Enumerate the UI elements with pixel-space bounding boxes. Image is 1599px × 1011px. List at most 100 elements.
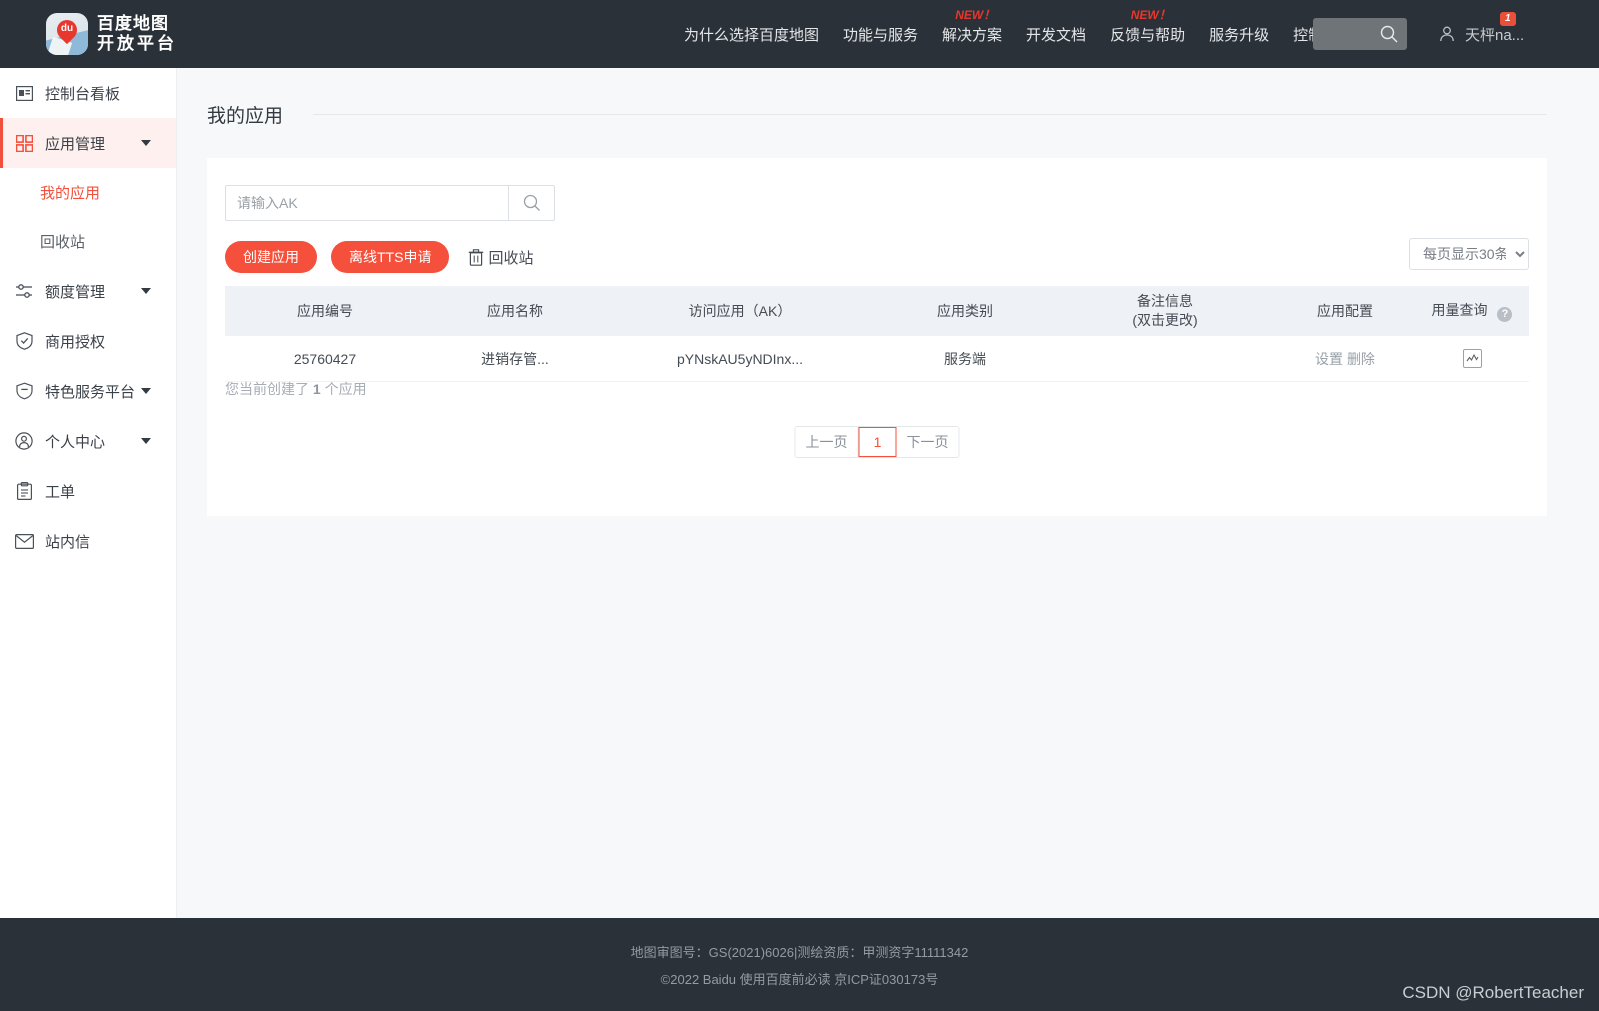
column-header-category: 应用类别 (937, 303, 993, 319)
column-header-app-id: 应用编号 (297, 303, 353, 319)
baidu-map-logo-icon: du (46, 13, 88, 55)
sidebar-item-inbox[interactable]: 站内信 (0, 516, 176, 566)
column-header-remark-sub: (双击更改) (1132, 312, 1198, 328)
chart-icon[interactable] (1462, 349, 1482, 368)
pagination-prev[interactable]: 上一页 (795, 427, 859, 457)
ak-search-bar (225, 185, 555, 221)
action-bar: 创建应用 离线TTS申请 回收站 (225, 241, 533, 273)
sidebar-subitem-recycle-bin[interactable]: 回收站 (0, 217, 176, 266)
sidebar-item-quota-management[interactable]: 额度管理 (0, 266, 176, 316)
nav-label: 反馈与帮助 (1110, 26, 1186, 44)
chevron-down-icon[interactable] (141, 388, 151, 394)
sidebar-item-dashboard[interactable]: 控制台看板 (0, 68, 176, 118)
cell-app-id: 25760427 (293, 350, 357, 367)
chevron-down-icon[interactable] (141, 140, 151, 146)
mail-icon (14, 531, 34, 551)
table-header-row: 应用编号 应用名称 访问应用（AK） 应用类别 备注信息 (双击更改) 应用配置… (225, 286, 1529, 336)
cell-app-name: 进销存管... (481, 350, 549, 367)
search-input[interactable] (225, 185, 508, 221)
top-header: du 百度地图 开放平台 为什么选择百度地图 功能与服务 NEW！ 解决方案 开… (0, 0, 1599, 68)
column-header-remark-label: 备注信息 (1137, 293, 1193, 309)
logo-line-1: 百度地图 (97, 14, 169, 33)
nav-item-features-services[interactable]: 功能与服务 (843, 24, 918, 45)
footer-line-1: 地图审图号：GS(2021)6026|测绘资质：甲测资字11111342 (630, 944, 969, 960)
pagination: 上一页 1 下一页 (794, 426, 960, 458)
nav-item-feedback-help[interactable]: NEW！ 反馈与帮助 (1110, 8, 1186, 45)
page-footer: 地图审图号：GS(2021)6026|测绘资质：甲测资字11111342 ©20… (0, 918, 1599, 1011)
apps-panel: 创建应用 离线TTS申请 回收站 每页显示30条 (207, 158, 1547, 516)
cell-usage-query (1415, 349, 1529, 368)
nav-label: 为什么选择百度地图 (684, 26, 820, 44)
column-header-usage-label: 用量查询 (1431, 302, 1488, 319)
nav-item-solutions[interactable]: NEW！ 解决方案 (942, 8, 1003, 45)
pagination-next[interactable]: 下一页 (896, 427, 959, 457)
count-prefix: 您当前创建了 (225, 381, 309, 397)
sidebar-item-commercial-license[interactable]: 商用授权 (0, 316, 176, 366)
page-title: 我的应用 (207, 105, 284, 127)
sidebar-item-label: 应用管理 (45, 135, 106, 153)
cell-ak: pYNskAU5yNDInx... (676, 350, 804, 367)
logo-line-2: 开放平台 (97, 34, 177, 53)
header-username: 天枰na... (1465, 26, 1525, 44)
page-size-select[interactable]: 每页显示30条 (1409, 238, 1529, 270)
nav-badge-new: NEW！ (955, 7, 996, 22)
sidebar-subitem-label: 回收站 (40, 234, 86, 251)
column-header-ak: 访问应用（AK） (688, 303, 792, 319)
recycle-bin-button[interactable]: 回收站 (468, 247, 533, 268)
nav-label: 开发文档 (1026, 26, 1087, 44)
search-icon (1380, 25, 1398, 43)
page-title-row: 我的应用 (207, 98, 1547, 130)
trash-icon (469, 248, 484, 266)
app-count-summary: 您当前创建了 1 个应用 (225, 379, 367, 399)
sidebar-item-label: 商用授权 (45, 333, 106, 351)
pagination-page-1[interactable]: 1 (858, 427, 897, 457)
search-button[interactable] (508, 185, 555, 221)
watermark: CSDN @RobertTeacher (1402, 983, 1584, 1002)
page-root: du 百度地图 开放平台 为什么选择百度地图 功能与服务 NEW！ 解决方案 开… (0, 0, 1599, 1011)
clipboard-icon (14, 481, 34, 501)
create-app-button[interactable]: 创建应用 (225, 241, 317, 273)
nav-item-service-upgrade[interactable]: 服务升级 (1209, 24, 1269, 45)
nav-item-why-baidu-map[interactable]: 为什么选择百度地图 (684, 24, 819, 45)
help-icon[interactable]: ? (1497, 306, 1513, 322)
sidebar-item-personal-center[interactable]: 个人中心 (0, 416, 176, 466)
column-header-app-name: 应用名称 (487, 303, 543, 319)
main-nav: 为什么选择百度地图 功能与服务 NEW！ 解决方案 开发文档 NEW！ 反馈与帮… (684, 0, 1338, 68)
main-content: 我的应用 创建应用 离线TTS申请 (177, 68, 1599, 918)
delete-link[interactable]: 删除 (1347, 351, 1375, 367)
sidebar-item-featured-service-platform[interactable]: 特色服务平台 (0, 366, 176, 416)
recycle-bin-label: 回收站 (488, 249, 534, 267)
nav-item-dev-docs[interactable]: 开发文档 (1026, 24, 1086, 45)
apps-table: 应用编号 应用名称 访问应用（AK） 应用类别 备注信息 (双击更改) 应用配置… (225, 286, 1529, 382)
user-icon (1440, 26, 1454, 42)
nav-label: 解决方案 (942, 26, 1003, 44)
brand-logo[interactable]: du 百度地图 开放平台 (46, 13, 177, 55)
chevron-down-icon[interactable] (141, 288, 151, 294)
shield-check-icon (14, 331, 34, 351)
sidebar-item-label: 额度管理 (45, 283, 106, 301)
cell-app-config: 设置 删除 (1275, 349, 1415, 369)
chevron-down-icon[interactable] (141, 438, 151, 444)
search-icon (523, 194, 540, 211)
column-header-usage-query: 用量查询 ? (1415, 300, 1529, 322)
nav-label: 功能与服务 (843, 26, 919, 44)
table-row[interactable]: 25760427 进销存管... pYNskAU5yNDInx... 服务端 设… (225, 336, 1529, 382)
sidebar-subitem-my-apps[interactable]: 我的应用 (0, 168, 176, 217)
notification-badge[interactable]: 1 (1500, 12, 1516, 26)
sidebar-item-label: 站内信 (45, 533, 91, 551)
column-header-remark: 备注信息 (双击更改) (1055, 292, 1275, 330)
header-search-box[interactable] (1313, 18, 1407, 50)
user-circle-icon (14, 431, 34, 451)
sidebar-item-work-order[interactable]: 工单 (0, 466, 176, 516)
column-header-app-config: 应用配置 (1317, 303, 1373, 319)
sidebar-item-label: 工单 (45, 483, 76, 501)
nav-badge-new: NEW！ (1130, 7, 1171, 22)
settings-link[interactable]: 设置 (1315, 351, 1343, 367)
cell-category: 服务端 (944, 350, 986, 367)
sidebar-item-label: 特色服务平台 (45, 383, 136, 401)
sidebar-item-app-management[interactable]: 应用管理 (0, 118, 176, 168)
sidebar-subitem-label: 我的应用 (40, 185, 101, 202)
apps-grid-icon (14, 133, 34, 153)
sidebar-item-label: 个人中心 (45, 433, 106, 451)
offline-tts-apply-button[interactable]: 离线TTS申请 (331, 241, 450, 273)
